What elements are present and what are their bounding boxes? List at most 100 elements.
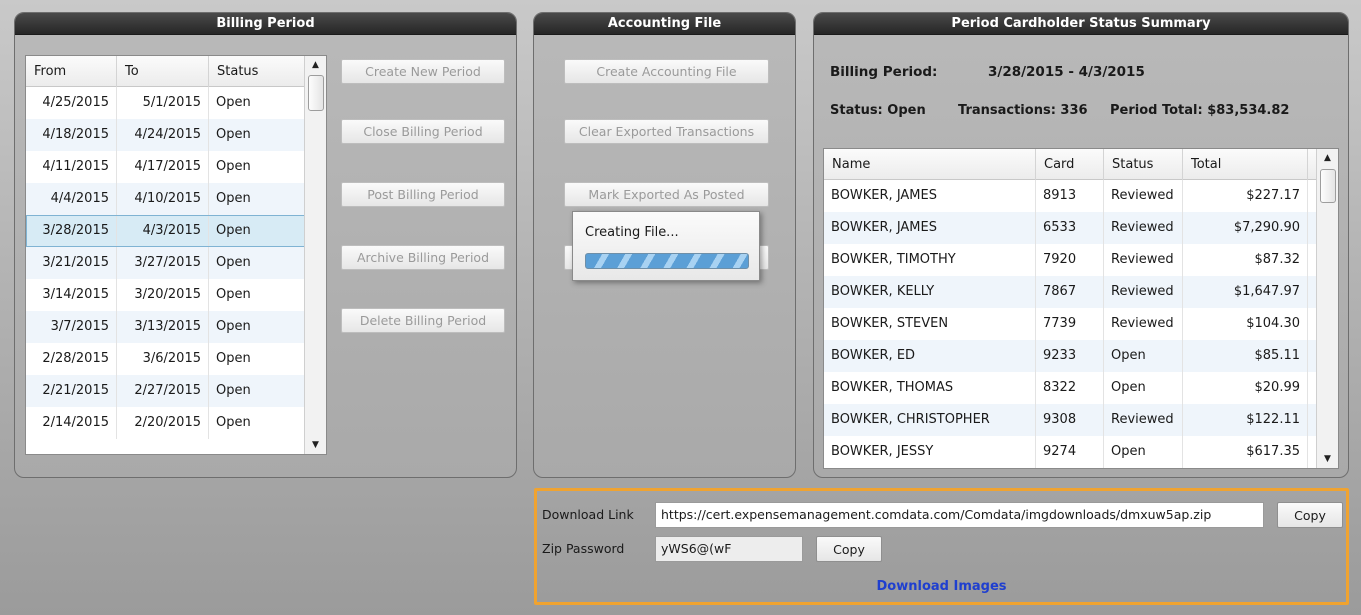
cardholder-row[interactable]: BOWKER, JAMES 8913 Reviewed $227.17 — [824, 180, 1318, 212]
mark-exported-as-posted-button[interactable]: Mark Exported As Posted — [564, 182, 769, 207]
cardholder-card-cell: 9233 — [1036, 340, 1104, 372]
cardholder-name-cell: BOWKER, STEVEN — [824, 308, 1036, 340]
cardholder-total-cell: $87.32 — [1183, 244, 1308, 276]
cardholder-name-cell: BOWKER, JAMES — [824, 180, 1036, 212]
download-link-field[interactable]: https://cert.expensemanagement.comdata.c… — [655, 502, 1264, 528]
cardholder-status-cell: Open — [1104, 372, 1183, 404]
billing-to-cell: 3/27/2015 — [117, 247, 209, 279]
column-header-name[interactable]: Name — [824, 149, 1036, 180]
copy-link-button[interactable]: Copy — [1277, 502, 1343, 528]
cardholder-status-cell: Open — [1104, 340, 1183, 372]
cardholder-total-cell: $20.99 — [1183, 372, 1308, 404]
billing-to-cell: 2/27/2015 — [117, 375, 209, 407]
close-billing-period-button[interactable]: Close Billing Period — [341, 119, 505, 144]
cardholder-row[interactable]: BOWKER, STEVEN 7739 Reviewed $104.30 — [824, 308, 1318, 340]
accounting-file-panel: Accounting File Create Accounting File C… — [533, 12, 796, 478]
billing-period-row[interactable]: 4/25/2015 5/1/2015 Open — [26, 87, 306, 119]
status-text: Status: Open — [830, 103, 926, 118]
scroll-down-arrow-icon[interactable]: ▼ — [305, 436, 326, 454]
column-header-status[interactable]: Status — [1104, 149, 1183, 180]
cardholder-row[interactable]: BOWKER, TIMOTHY 7920 Reviewed $87.32 — [824, 244, 1318, 276]
billing-to-cell: 3/20/2015 — [117, 279, 209, 311]
cardholder-name-cell: BOWKER, JAMES — [824, 212, 1036, 244]
post-billing-period-button[interactable]: Post Billing Period — [341, 182, 505, 207]
cardholder-status-cell: Reviewed — [1104, 308, 1183, 340]
cardholder-total-cell: $1,647.97 — [1183, 276, 1308, 308]
cardholder-row[interactable]: BOWKER, JESSY 9274 Open $617.35 — [824, 436, 1318, 468]
cardholder-total-cell: $617.35 — [1183, 436, 1308, 468]
billing-to-cell: 4/24/2015 — [117, 119, 209, 151]
billing-period-row[interactable]: 4/11/2015 4/17/2015 Open — [26, 151, 306, 183]
cardholder-grid-scrollbar[interactable]: ▲ ▼ — [1316, 149, 1338, 468]
billing-from-cell: 3/14/2015 — [26, 279, 117, 311]
billing-period-value: 3/28/2015 - 4/3/2015 — [988, 64, 1145, 80]
cardholder-summary-panel: Period Cardholder Status Summary Billing… — [813, 12, 1349, 478]
billing-period-row[interactable]: 3/21/2015 3/27/2015 Open — [26, 247, 306, 279]
cardholder-total-cell: $227.17 — [1183, 180, 1308, 212]
column-header-card[interactable]: Card — [1036, 149, 1104, 180]
billing-status-cell: Open — [209, 119, 306, 151]
billing-period-row[interactable]: 3/7/2015 3/13/2015 Open — [26, 311, 306, 343]
billing-status-cell: Open — [209, 279, 306, 311]
billing-period-row[interactable]: 2/21/2015 2/27/2015 Open — [26, 375, 306, 407]
cardholder-status-cell: Reviewed — [1104, 180, 1183, 212]
create-new-period-button[interactable]: Create New Period — [341, 59, 505, 84]
billing-period-row[interactable]: 3/14/2015 3/20/2015 Open — [26, 279, 306, 311]
column-header-total[interactable]: Total — [1183, 149, 1308, 180]
copy-password-button[interactable]: Copy — [816, 536, 882, 562]
billing-to-cell: 3/6/2015 — [117, 343, 209, 375]
cardholder-row[interactable]: BOWKER, CHRISTOPHER 9308 Reviewed $122.11 — [824, 404, 1318, 436]
cardholder-name-cell: BOWKER, KELLY — [824, 276, 1036, 308]
billing-period-label: Billing Period: — [830, 64, 938, 80]
billing-grid-scrollbar[interactable]: ▲ ▼ — [304, 56, 326, 454]
billing-from-cell: 2/28/2015 — [26, 343, 117, 375]
billing-from-cell: 2/21/2015 — [26, 375, 117, 407]
scroll-up-arrow-icon[interactable]: ▲ — [305, 56, 326, 74]
billing-status-cell: Open — [209, 375, 306, 407]
cardholder-name-cell: BOWKER, JESSY — [824, 436, 1036, 468]
billing-status-cell: Open — [209, 215, 306, 247]
column-header-to[interactable]: To — [117, 56, 209, 87]
scroll-down-arrow-icon[interactable]: ▼ — [1317, 450, 1338, 468]
billing-to-cell: 2/20/2015 — [117, 407, 209, 439]
billing-period-row[interactable]: 3/28/2015 4/3/2015 Open — [26, 215, 306, 247]
clear-exported-transactions-button[interactable]: Clear Exported Transactions — [564, 119, 769, 144]
cardholder-total-cell: $85.11 — [1183, 340, 1308, 372]
billing-grid-body: 4/25/2015 5/1/2015 Open 4/18/2015 4/24/2015 O… — [26, 87, 306, 439]
cardholder-row[interactable]: BOWKER, KELLY 7867 Reviewed $1,647.97 — [824, 276, 1318, 308]
billing-from-cell: 4/25/2015 — [26, 87, 117, 119]
billing-period-row[interactable]: 2/14/2015 2/20/2015 Open — [26, 407, 306, 439]
cardholder-row[interactable]: BOWKER, THOMAS 8322 Open $20.99 — [824, 372, 1318, 404]
billing-status-cell: Open — [209, 183, 306, 215]
cardholder-status-cell: Reviewed — [1104, 212, 1183, 244]
cardholder-status-cell: Reviewed — [1104, 276, 1183, 308]
archive-billing-period-button[interactable]: Archive Billing Period — [341, 245, 505, 270]
cardholder-total-cell: $104.30 — [1183, 308, 1308, 340]
scroll-thumb[interactable] — [308, 75, 324, 111]
cardholder-card-cell: 8322 — [1036, 372, 1104, 404]
billing-from-cell: 4/18/2015 — [26, 119, 117, 151]
delete-billing-period-button[interactable]: Delete Billing Period — [341, 308, 505, 333]
cardholder-card-cell: 9274 — [1036, 436, 1104, 468]
cardholder-grid-header: Name Card Status Total — [824, 149, 1318, 180]
billing-from-cell: 2/14/2015 — [26, 407, 117, 439]
billing-to-cell: 4/3/2015 — [117, 215, 209, 247]
billing-to-cell: 4/17/2015 — [117, 151, 209, 183]
cardholder-row[interactable]: BOWKER, JAMES 6533 Reviewed $7,290.90 — [824, 212, 1318, 244]
column-header-from[interactable]: From — [26, 56, 117, 87]
scroll-up-arrow-icon[interactable]: ▲ — [1317, 149, 1338, 167]
cardholder-name-cell: BOWKER, CHRISTOPHER — [824, 404, 1036, 436]
cardholder-row[interactable]: BOWKER, ED 9233 Open $85.11 — [824, 340, 1318, 372]
zip-password-field[interactable]: yWS6@(wF — [655, 536, 803, 562]
column-header-status[interactable]: Status — [209, 56, 306, 87]
billing-period-row[interactable]: 4/4/2015 4/10/2015 Open — [26, 183, 306, 215]
cardholder-status-cell: Reviewed — [1104, 244, 1183, 276]
create-accounting-file-button[interactable]: Create Accounting File — [564, 59, 769, 84]
cardholder-grid-body: BOWKER, JAMES 8913 Reviewed $227.17 BOWKER, … — [824, 180, 1318, 468]
billing-period-row[interactable]: 4/18/2015 4/24/2015 Open — [26, 119, 306, 151]
billing-period-panel: Billing Period From To Status 4/25/2015 5… — [14, 12, 517, 478]
scroll-thumb[interactable] — [1320, 169, 1336, 203]
download-images-link[interactable]: Download Images — [537, 579, 1346, 594]
billing-period-row[interactable]: 2/28/2015 3/6/2015 Open — [26, 343, 306, 375]
cardholder-summary-title: Period Cardholder Status Summary — [814, 13, 1348, 35]
